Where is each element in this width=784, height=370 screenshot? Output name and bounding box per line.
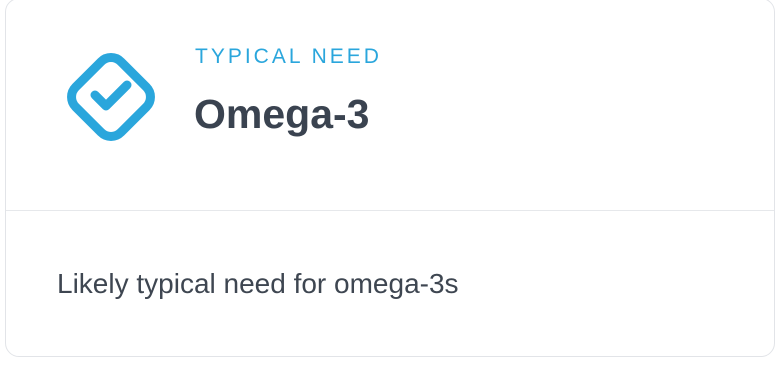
nutrient-need-card: TYPICAL NEED Omega-3 Likely typical need… bbox=[5, 0, 775, 357]
need-description: Likely typical need for omega-3s bbox=[57, 268, 459, 299]
checkmark-diamond-icon bbox=[55, 41, 167, 153]
card-header: TYPICAL NEED Omega-3 bbox=[6, 0, 774, 211]
nutrient-title: Omega-3 bbox=[194, 91, 370, 137]
need-level-label: TYPICAL NEED bbox=[195, 45, 382, 68]
